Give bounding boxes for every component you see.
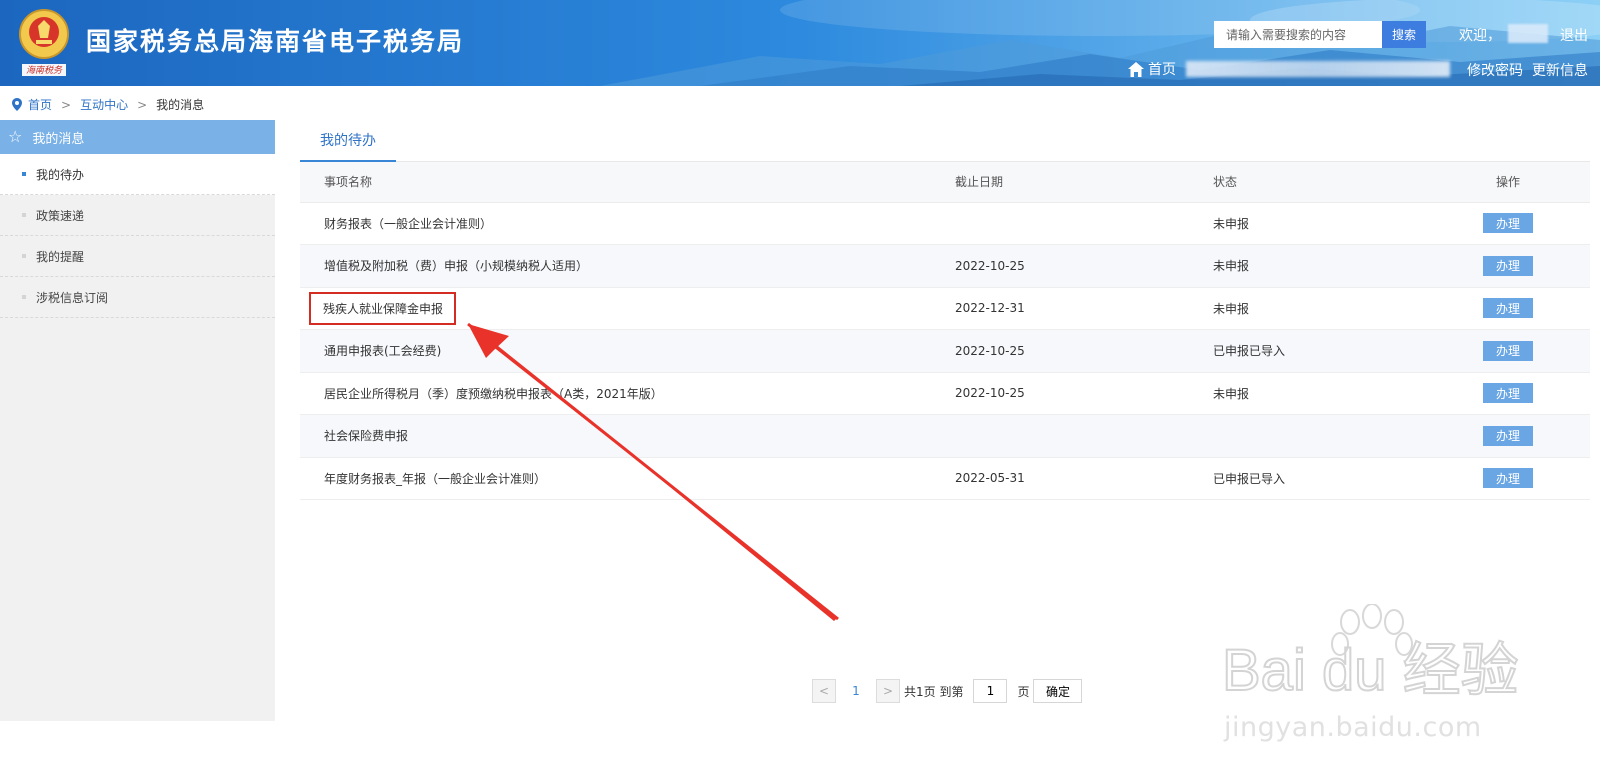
item-name: 增值税及附加税（费）申报（小规模纳税人适用） — [300, 244, 955, 288]
item-status: 未申报 — [1213, 372, 1426, 415]
sidebar-title: 我的消息 — [32, 131, 85, 147]
item-status: 未申报 — [1213, 244, 1426, 288]
breadcrumb-separator: > — [61, 97, 72, 112]
breadcrumb-interaction-center[interactable]: 互动中心 — [80, 96, 128, 113]
sidebar-item-tax-subscription[interactable]: 涉税信息订阅 — [0, 277, 275, 318]
sidebar-item-label: 我的提醒 — [36, 249, 85, 264]
site-header: 海南税务 国家税务总局海南省电子税务局 搜索 欢迎， 退出 首页 修改密码 更新… — [0, 0, 1600, 86]
item-name: 通用申报表(工会经费) — [300, 329, 955, 373]
sidebar-item-policy-express[interactable]: 政策速递 — [0, 195, 275, 236]
item-deadline — [955, 202, 1213, 245]
sidebar-item-label: 涉税信息订阅 — [36, 290, 109, 305]
page-total-text: 共1页 到第 — [904, 684, 964, 699]
site-title: 国家税务总局海南省电子税务局 — [86, 27, 465, 56]
item-status: 未申报 — [1213, 287, 1426, 330]
item-deadline: 2022-10-25 — [955, 372, 1213, 415]
table-row: 社会保险费申报 办理 — [300, 414, 1590, 458]
bullet-icon — [22, 295, 26, 299]
breadcrumb-current: 我的消息 — [156, 98, 205, 112]
organization-name-redacted — [1186, 61, 1450, 77]
emblem-caption: 海南税务 — [26, 65, 63, 76]
handle-button[interactable]: 办理 — [1483, 340, 1533, 361]
table-row: 年度财务报表_年报（一般企业会计准则） 2022-05-31 已申报已导入 办理 — [300, 457, 1590, 500]
tab-my-todo[interactable]: 我的待办 — [300, 120, 396, 162]
item-deadline: 2022-10-25 — [955, 329, 1213, 373]
breadcrumb: 首页 > 互动中心 > 我的消息 — [12, 96, 204, 113]
table-row: 财务报表（一般企业会计准则） 未申报 办理 — [300, 202, 1590, 245]
item-status: 已申报已导入 — [1213, 329, 1426, 373]
next-page-button[interactable]: > — [876, 679, 900, 703]
item-status — [1213, 414, 1426, 458]
item-status: 已申报已导入 — [1213, 457, 1426, 500]
item-deadline: 2022-10-25 — [955, 244, 1213, 288]
username-redacted — [1508, 24, 1548, 43]
sidebar: ☆ 我的消息 我的待办 政策速递 我的提醒 涉税信息订阅 — [0, 120, 275, 721]
goto-page-input[interactable] — [973, 679, 1008, 703]
item-name: 社会保险费申报 — [300, 414, 955, 458]
welcome-text: 欢迎， — [1459, 28, 1501, 44]
handle-button[interactable]: 办理 — [1483, 468, 1533, 489]
table-row: 通用申报表(工会经费) 2022-10-25 已申报已导入 办理 — [300, 329, 1590, 373]
column-header-deadline: 截止日期 — [955, 162, 1213, 203]
handle-button[interactable]: 办理 — [1483, 425, 1533, 446]
goto-confirm-button[interactable]: 确定 — [1033, 679, 1083, 703]
breadcrumb-separator: > — [137, 97, 148, 112]
pagination: < 1 > 共1页 到第 页 确定 — [812, 679, 1083, 703]
highlighted-item-name: 残疾人就业保障金申报 — [309, 291, 457, 325]
home-icon — [1128, 61, 1144, 77]
main-content: 我的待办 事项名称 截止日期 状态 操作 财务报表（一般企业会计准则） 未申报 … — [300, 120, 1590, 500]
change-password-link[interactable]: 修改密码 — [1467, 60, 1523, 80]
sidebar-item-my-todo[interactable]: 我的待办 — [0, 154, 275, 195]
table-row: 居民企业所得税月（季）度预缴纳税申报表（A类，2021年版） 2022-10-2… — [300, 372, 1590, 415]
page-number[interactable]: 1 — [836, 684, 876, 698]
table-header-row: 事项名称 截止日期 状态 操作 — [300, 162, 1590, 203]
update-info-link[interactable]: 更新信息 — [1532, 60, 1588, 80]
page-unit-label: 页 — [1017, 684, 1030, 699]
item-status: 未申报 — [1213, 202, 1426, 245]
todo-table: 事项名称 截止日期 状态 操作 财务报表（一般企业会计准则） 未申报 办理 增值… — [300, 162, 1590, 500]
sidebar-item-label: 政策速递 — [36, 208, 85, 223]
star-icon: ☆ — [8, 127, 23, 146]
item-deadline — [955, 414, 1213, 458]
handle-button[interactable]: 办理 — [1483, 213, 1533, 234]
watermark-url: jingyan.baidu.com — [1224, 712, 1482, 743]
handle-button[interactable]: 办理 — [1483, 255, 1533, 276]
tax-bureau-emblem-icon: 海南税务 — [19, 9, 69, 76]
item-name: 财务报表（一般企业会计准则） — [300, 202, 955, 245]
search-button[interactable]: 搜索 — [1382, 21, 1426, 48]
bullet-icon — [22, 254, 26, 258]
column-header-action: 操作 — [1426, 162, 1590, 203]
search-input[interactable] — [1214, 21, 1382, 48]
breadcrumb-home[interactable]: 首页 — [28, 96, 52, 113]
home-link-label: 首页 — [1148, 62, 1176, 78]
handle-button[interactable]: 办理 — [1483, 383, 1533, 404]
sidebar-item-my-reminders[interactable]: 我的提醒 — [0, 236, 275, 277]
table-row: 增值税及附加税（费）申报（小规模纳税人适用） 2022-10-25 未申报 办理 — [300, 244, 1590, 288]
watermark-line1: Bai du 经验 — [1222, 638, 1519, 703]
home-link[interactable]: 首页 — [1128, 59, 1176, 79]
column-header-item-name: 事项名称 — [300, 162, 955, 203]
item-name: 年度财务报表_年报（一般企业会计准则） — [300, 457, 955, 500]
logout-link[interactable]: 退出 — [1560, 25, 1588, 45]
bullet-icon — [22, 172, 26, 176]
prev-page-button[interactable]: < — [812, 679, 836, 703]
item-deadline: 2022-05-31 — [955, 457, 1213, 500]
sidebar-header[interactable]: ☆ 我的消息 — [0, 120, 275, 154]
column-header-status: 状态 — [1213, 162, 1426, 203]
item-name: 居民企业所得税月（季）度预缴纳税申报表（A类，2021年版） — [300, 372, 955, 415]
sidebar-item-label: 我的待办 — [36, 167, 85, 182]
location-pin-icon — [12, 98, 22, 111]
handle-button[interactable]: 办理 — [1483, 298, 1533, 319]
table-row: 残疾人就业保障金申报 2022-12-31 未申报 办理 — [300, 287, 1590, 330]
bullet-icon — [22, 213, 26, 217]
tab-bar: 我的待办 — [300, 120, 1590, 162]
item-deadline: 2022-12-31 — [955, 287, 1213, 330]
